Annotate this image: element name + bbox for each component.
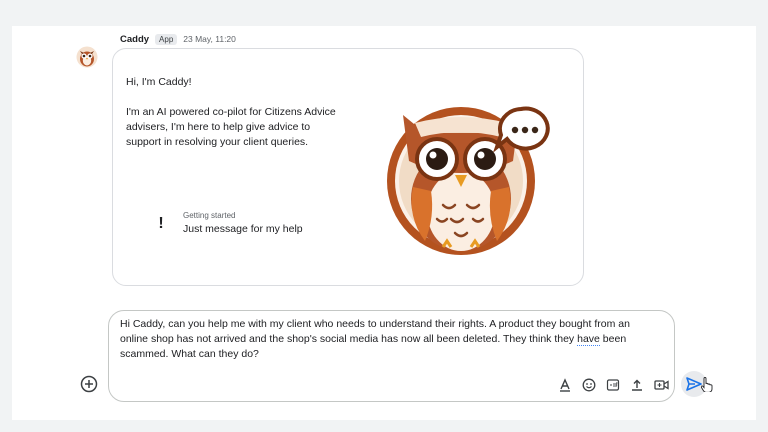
- card-title: Hi, I'm Caddy!: [126, 76, 192, 88]
- composer-toolbar: [557, 377, 669, 393]
- message-timestamp: 23 May, 11:20: [183, 34, 236, 44]
- owl-avatar-icon[interactable]: [76, 46, 98, 68]
- app-badge: App: [155, 33, 178, 45]
- message-text-part: Hi Caddy, can you help me with my client…: [120, 318, 630, 345]
- owl-mascot-icon: [387, 106, 550, 255]
- getting-started-text: Just message for my help: [183, 223, 303, 235]
- exclamation-icon: !: [158, 215, 164, 232]
- hand-cursor-icon: [701, 377, 713, 392]
- emoji-icon[interactable]: [581, 377, 597, 393]
- add-circle-icon[interactable]: [80, 375, 98, 393]
- welcome-card: Hi, I'm Caddy! I'm an AI powered co-pilo…: [112, 48, 584, 286]
- message-input[interactable]: Hi Caddy, can you help me with my client…: [120, 317, 660, 362]
- message-header: Caddy App 23 May, 11:20: [120, 32, 236, 46]
- sender-name[interactable]: Caddy: [120, 34, 149, 45]
- getting-started-label: Getting started: [183, 211, 236, 220]
- card-body: I'm an AI powered co-pilot for Citizens …: [126, 106, 336, 148]
- send-icon: [686, 377, 702, 391]
- message-composer[interactable]: Hi Caddy, can you help me with my client…: [108, 310, 675, 402]
- upload-icon[interactable]: [629, 377, 645, 393]
- spellcheck-flagged-word[interactable]: have: [577, 333, 600, 346]
- gif-icon[interactable]: [605, 377, 621, 393]
- text-format-icon[interactable]: [557, 377, 573, 393]
- video-call-icon[interactable]: [653, 377, 669, 393]
